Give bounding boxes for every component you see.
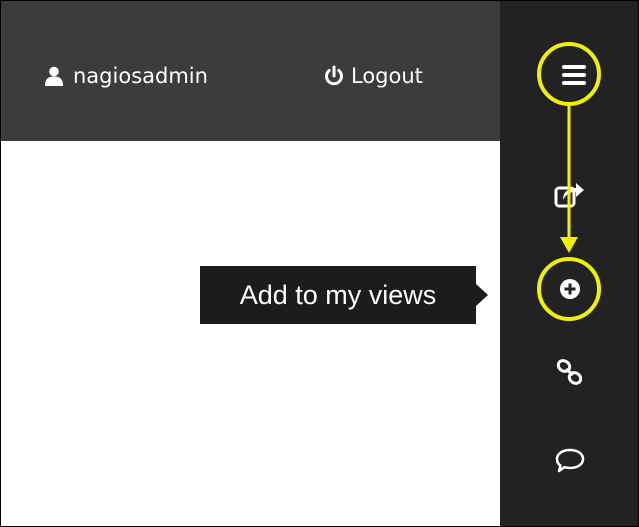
plus-circle-icon <box>559 279 580 299</box>
sidebar <box>500 1 638 526</box>
share-button[interactable] <box>500 166 638 226</box>
share-icon <box>554 183 584 208</box>
link-icon <box>556 359 582 385</box>
permalink-button[interactable] <box>500 347 638 397</box>
tooltip-text: Add to my views <box>239 279 437 310</box>
menu-icon <box>561 65 586 85</box>
user-icon <box>45 66 63 86</box>
top-bar: nagiosadmin Logout <box>1 1 500 141</box>
tooltip-arrow <box>476 284 488 306</box>
logout-button[interactable]: Logout <box>323 61 423 91</box>
app-frame: nagiosadmin Logout Add to my views <box>0 0 639 527</box>
power-icon <box>325 65 343 86</box>
user-menu[interactable]: nagiosadmin <box>45 61 208 91</box>
sidebar-menu-button[interactable] <box>500 45 638 105</box>
logout-label: Logout <box>351 64 423 88</box>
main-content <box>1 141 500 526</box>
comment-icon <box>555 448 584 473</box>
add-to-my-views-button[interactable] <box>500 259 638 319</box>
username-label: nagiosadmin <box>73 64 208 88</box>
tooltip: Add to my views <box>200 266 476 324</box>
feedback-button[interactable] <box>500 436 638 486</box>
